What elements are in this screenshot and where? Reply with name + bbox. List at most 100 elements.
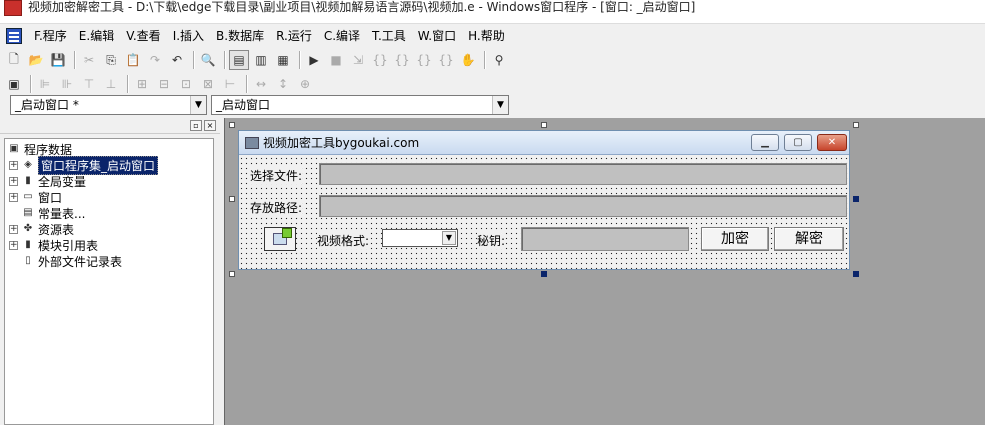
form-icon[interactable]: ▣ [4, 74, 24, 94]
menu-run[interactable]: R.运行 [270, 25, 318, 47]
format-select[interactable]: ▼ [382, 229, 458, 247]
binoculars-icon[interactable]: ⚲ [489, 50, 509, 70]
expand-icon[interactable]: + [9, 176, 18, 186]
tree-item[interactable]: + ◈ 窗口程序集_启动窗口 [5, 155, 213, 175]
select-file-input[interactable] [319, 163, 847, 185]
same-height-icon[interactable]: ↕ [273, 74, 293, 94]
expand-icon[interactable]: + [9, 192, 18, 202]
cut-icon[interactable]: ✂ [79, 50, 99, 70]
align-right-icon[interactable]: ⊪ [57, 74, 77, 94]
resize-handle[interactable] [229, 271, 235, 277]
save-path-input[interactable] [319, 195, 847, 217]
menu-insert[interactable]: I.插入 [167, 25, 210, 47]
menubar: F.程序 E.编辑 V.查看 I.插入 B.数据库 R.运行 C.编译 T.工具… [0, 25, 985, 47]
resize-handle[interactable] [229, 196, 235, 202]
standard-toolbar: 🗋 📂 💾 ✂ ⎘ 📋 ↷ ↶ 🔍 ▤ ▥ ▦ ▶ ■ ⇲{}{}{}{} ✋ ⚲ [0, 48, 985, 72]
maximize-icon[interactable]: ▢ [784, 134, 812, 151]
system-menu-icon[interactable] [6, 28, 22, 44]
encrypt-button[interactable]: 加密 [701, 227, 769, 251]
center-v-icon[interactable]: ⊟ [154, 74, 174, 94]
expand-icon[interactable]: + [9, 240, 18, 250]
close-icon[interactable]: ✕ [817, 134, 847, 151]
menu-database[interactable]: B.数据库 [210, 25, 270, 47]
menu-compile[interactable]: C.编译 [318, 25, 366, 47]
toolbar-separator [193, 51, 194, 69]
step-4-icon[interactable]: {} [414, 50, 434, 70]
resize-handle[interactable] [541, 122, 547, 128]
redo-icon[interactable]: ↷ [145, 50, 165, 70]
external-file-icon: ▯ [25, 255, 31, 266]
same-size-icon[interactable]: ⊕ [295, 74, 315, 94]
step-3-icon[interactable]: {} [392, 50, 412, 70]
step-5-icon[interactable]: {} [436, 50, 456, 70]
menu-tools[interactable]: T.工具 [366, 25, 412, 47]
find-icon[interactable]: 🔍 [198, 50, 218, 70]
resize-handle[interactable] [853, 271, 859, 277]
event-combo[interactable]: _启动窗口 ▼ [211, 95, 509, 115]
close-icon[interactable]: × [204, 120, 216, 131]
app-icon [4, 0, 22, 16]
panel-header: ▫ × [0, 118, 220, 134]
align-left-icon[interactable]: ⊫ [35, 74, 55, 94]
copy-icon[interactable]: ⎘ [101, 50, 121, 70]
open-folder-icon[interactable]: 📂 [26, 50, 46, 70]
menu-view[interactable]: V.查看 [120, 25, 166, 47]
stop-icon[interactable]: ■ [326, 50, 346, 70]
step-2-icon[interactable]: {} [370, 50, 390, 70]
format-label: 视频格式: [317, 232, 370, 249]
layout-1-icon[interactable]: ▤ [229, 50, 249, 70]
window-program-icon: ◈ [24, 159, 32, 170]
paste-icon[interactable]: 📋 [123, 50, 143, 70]
resize-handle[interactable] [853, 196, 859, 202]
undo-icon[interactable]: ↶ [167, 50, 187, 70]
menu-program[interactable]: F.程序 [28, 25, 73, 47]
space-v-icon[interactable]: ⊠ [198, 74, 218, 94]
program-data-icon: ▣ [9, 143, 19, 154]
expand-icon[interactable]: + [9, 160, 18, 170]
tree-item[interactable]: ▤ 常量表... [5, 205, 213, 221]
chevron-down-icon[interactable]: ▼ [492, 96, 508, 114]
toolbar-separator [224, 51, 225, 69]
chevron-down-icon[interactable]: ▼ [442, 231, 456, 245]
tree-item[interactable]: + ✤ 资源表 [5, 221, 213, 237]
panel-restore-icon[interactable]: ▫ [190, 120, 202, 131]
window-titlebar: 视频加密解密工具 - D:\下载\edge下载目录\副业项目\视频加解易语言源码… [0, 0, 985, 24]
key-input[interactable] [521, 227, 689, 251]
picture-box[interactable] [264, 227, 296, 251]
chevron-down-icon[interactable]: ▼ [190, 96, 206, 114]
object-combo[interactable]: _启动窗口 * ▼ [10, 95, 207, 115]
menu-edit[interactable]: E.编辑 [73, 25, 120, 47]
startup-form[interactable]: 视频加密工具bygoukai.com ▁ ▢ ✕ 选择文件: 存放路径: 视频格… [238, 130, 850, 270]
decrypt-button[interactable]: 解密 [774, 227, 844, 251]
align-top-icon[interactable]: ⊤ [79, 74, 99, 94]
minimize-icon[interactable]: ▁ [751, 134, 779, 151]
layout-2-icon[interactable]: ▥ [251, 50, 271, 70]
run-icon[interactable]: ▶ [304, 50, 324, 70]
expand-icon[interactable]: + [9, 224, 18, 234]
hand-icon[interactable]: ✋ [458, 50, 478, 70]
tree-item[interactable]: + ▭ 窗口 [5, 189, 213, 205]
event-combo-value: _启动窗口 [216, 98, 271, 112]
resize-handle[interactable] [541, 271, 547, 277]
tree-item[interactable]: + ▮ 模块引用表 [5, 237, 213, 253]
form-title: 视频加密工具bygoukai.com [263, 136, 420, 150]
layout-toolbar: ▣ ⊫ ⊪ ⊤ ⊥ ⊞ ⊟ ⊡ ⊠ ⊢ ↔ ↕ ⊕ [0, 72, 985, 96]
space-even-icon[interactable]: ⊢ [220, 74, 240, 94]
new-file-icon[interactable]: 🗋 [4, 50, 24, 70]
align-bottom-icon[interactable]: ⊥ [101, 74, 121, 94]
resize-handle[interactable] [229, 122, 235, 128]
layout-3-icon[interactable]: ▦ [273, 50, 293, 70]
space-h-icon[interactable]: ⊡ [176, 74, 196, 94]
center-h-icon[interactable]: ⊞ [132, 74, 152, 94]
same-width-icon[interactable]: ↔ [251, 74, 271, 94]
program-tree[interactable]: ▣ 程序数据 + ◈ 窗口程序集_启动窗口 + ▮ 全局变量 + ▭ 窗口 ▤ 常量表... + ✤ 资源… [4, 138, 214, 425]
tree-item[interactable]: + ▮ 全局变量 [5, 173, 213, 189]
menu-window[interactable]: W.窗口 [412, 25, 462, 47]
key-label: 秘钥: [477, 232, 506, 249]
resize-handle[interactable] [853, 122, 859, 128]
tree-item[interactable]: ▯ 外部文件记录表 [5, 253, 213, 269]
tree-item-label: 窗口 [38, 190, 63, 205]
save-icon[interactable]: 💾 [48, 50, 68, 70]
menu-help[interactable]: H.帮助 [462, 25, 511, 47]
step-1-icon[interactable]: ⇲ [348, 50, 368, 70]
